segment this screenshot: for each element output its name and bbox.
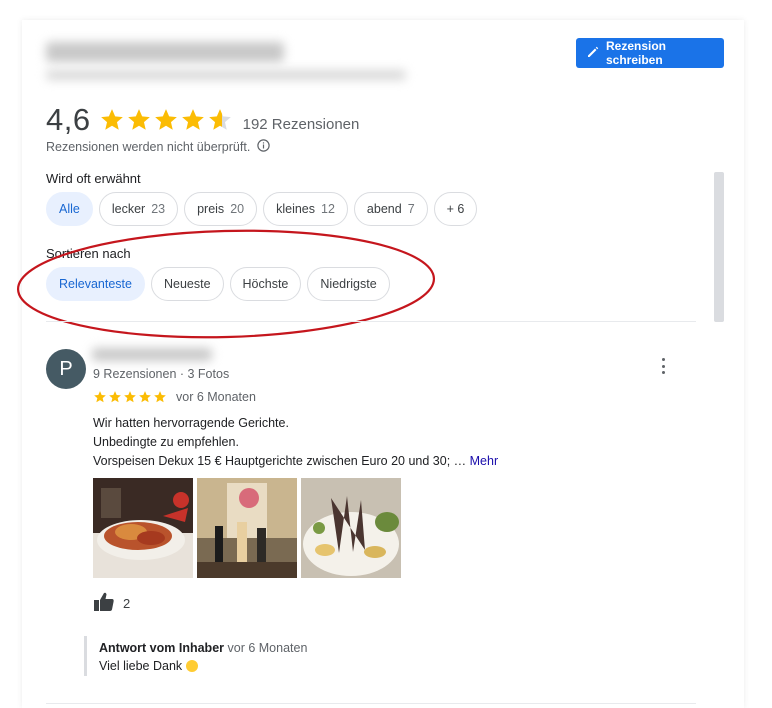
star-icon bbox=[208, 109, 231, 130]
chip-label: kleines bbox=[276, 202, 316, 216]
reply-date: vor 6 Monaten bbox=[227, 641, 308, 655]
annotation-ellipse bbox=[16, 229, 436, 339]
chip-label: lecker bbox=[111, 202, 146, 216]
star-icon bbox=[181, 109, 204, 130]
avatar[interactable]: P bbox=[46, 349, 86, 389]
reply-text: Viel liebe Dank bbox=[99, 659, 183, 673]
rating-score: 4,6 bbox=[46, 102, 91, 137]
rating-stars bbox=[99, 107, 233, 133]
star-icon bbox=[154, 109, 177, 130]
review-rating: vor 6 Monaten bbox=[93, 390, 256, 404]
review-photos bbox=[93, 478, 401, 578]
thumbs-up-icon[interactable] bbox=[93, 592, 115, 615]
rating-summary: 4,6 192 Rezensionen bbox=[46, 102, 359, 138]
divider bbox=[46, 321, 696, 322]
star-icon bbox=[127, 109, 150, 130]
review-line: Wir hatten hervorragende Gerichte. bbox=[93, 416, 289, 430]
topic-chip-lecker[interactable]: lecker 23 bbox=[98, 192, 179, 226]
review-count[interactable]: 192 Rezensionen bbox=[243, 116, 360, 133]
topic-chip-abend[interactable]: abend 7 bbox=[353, 192, 428, 226]
reviewer-name-blurred[interactable] bbox=[92, 348, 212, 361]
topic-chip-all[interactable]: Alle bbox=[46, 192, 93, 226]
chip-label: + 6 bbox=[446, 202, 465, 216]
write-review-button[interactable]: Rezension schreiben bbox=[576, 38, 724, 68]
more-link[interactable]: Mehr bbox=[470, 454, 498, 468]
review-line: Vorspeisen Dekux 15 € Hauptgerichte zwis… bbox=[93, 454, 467, 468]
star-icon bbox=[109, 391, 121, 403]
review-text: Wir hatten hervorragende Gerichte. Unbed… bbox=[93, 414, 498, 471]
star-icon bbox=[100, 109, 123, 130]
chip-label: preis bbox=[197, 202, 225, 216]
chip-label: Alle bbox=[59, 202, 80, 216]
topic-chip-more[interactable]: + 6 bbox=[433, 192, 478, 226]
review-photo[interactable] bbox=[93, 478, 193, 578]
star-icon bbox=[94, 391, 106, 403]
review-photo[interactable] bbox=[301, 478, 401, 578]
star-icon bbox=[154, 391, 166, 403]
divider bbox=[46, 703, 696, 704]
smile-emoji-icon bbox=[185, 660, 198, 672]
place-address-blurred bbox=[46, 70, 406, 80]
star-icon bbox=[124, 391, 136, 403]
chip-count: 12 bbox=[321, 202, 335, 216]
likes-count: 2 bbox=[123, 596, 131, 611]
more-options-icon[interactable] bbox=[656, 356, 670, 376]
review-stars bbox=[93, 390, 167, 404]
topic-chips: Alle lecker 23 preis 20 kleines 12 abend 7 +… bbox=[46, 192, 478, 226]
scrollbar[interactable] bbox=[714, 172, 724, 322]
place-name-blurred bbox=[46, 42, 284, 62]
review-photo[interactable] bbox=[197, 478, 297, 578]
review-note-text: Rezensionen werden nicht überprüft. bbox=[46, 140, 251, 154]
owner-reply: Antwort vom Inhaber vor 6 Monaten Viel l… bbox=[84, 636, 307, 676]
topics-label: Wird oft erwähnt bbox=[46, 171, 141, 186]
chip-label: abend bbox=[366, 202, 402, 216]
chip-count: 7 bbox=[407, 202, 415, 216]
review-line: Unbedingte zu empfehlen. bbox=[93, 435, 239, 449]
avatar-letter: P bbox=[59, 357, 73, 380]
topic-chip-kleines[interactable]: kleines 12 bbox=[263, 192, 348, 226]
write-review-label: Rezension schreiben bbox=[606, 39, 667, 67]
star-icon bbox=[139, 391, 151, 403]
info-icon[interactable] bbox=[257, 139, 270, 155]
reviewer-meta: 9 Rezensionen · 3 Fotos bbox=[93, 367, 230, 381]
chip-count: 23 bbox=[151, 202, 166, 216]
likes: 2 bbox=[93, 592, 130, 615]
chip-count: 20 bbox=[230, 202, 245, 216]
review-note: Rezensionen werden nicht überprüft. bbox=[46, 139, 270, 155]
reply-title: Antwort vom Inhaber bbox=[99, 641, 225, 655]
review-date: vor 6 Monaten bbox=[176, 390, 256, 404]
topic-chip-preis[interactable]: preis 20 bbox=[184, 192, 258, 226]
pencil-icon bbox=[586, 45, 600, 62]
